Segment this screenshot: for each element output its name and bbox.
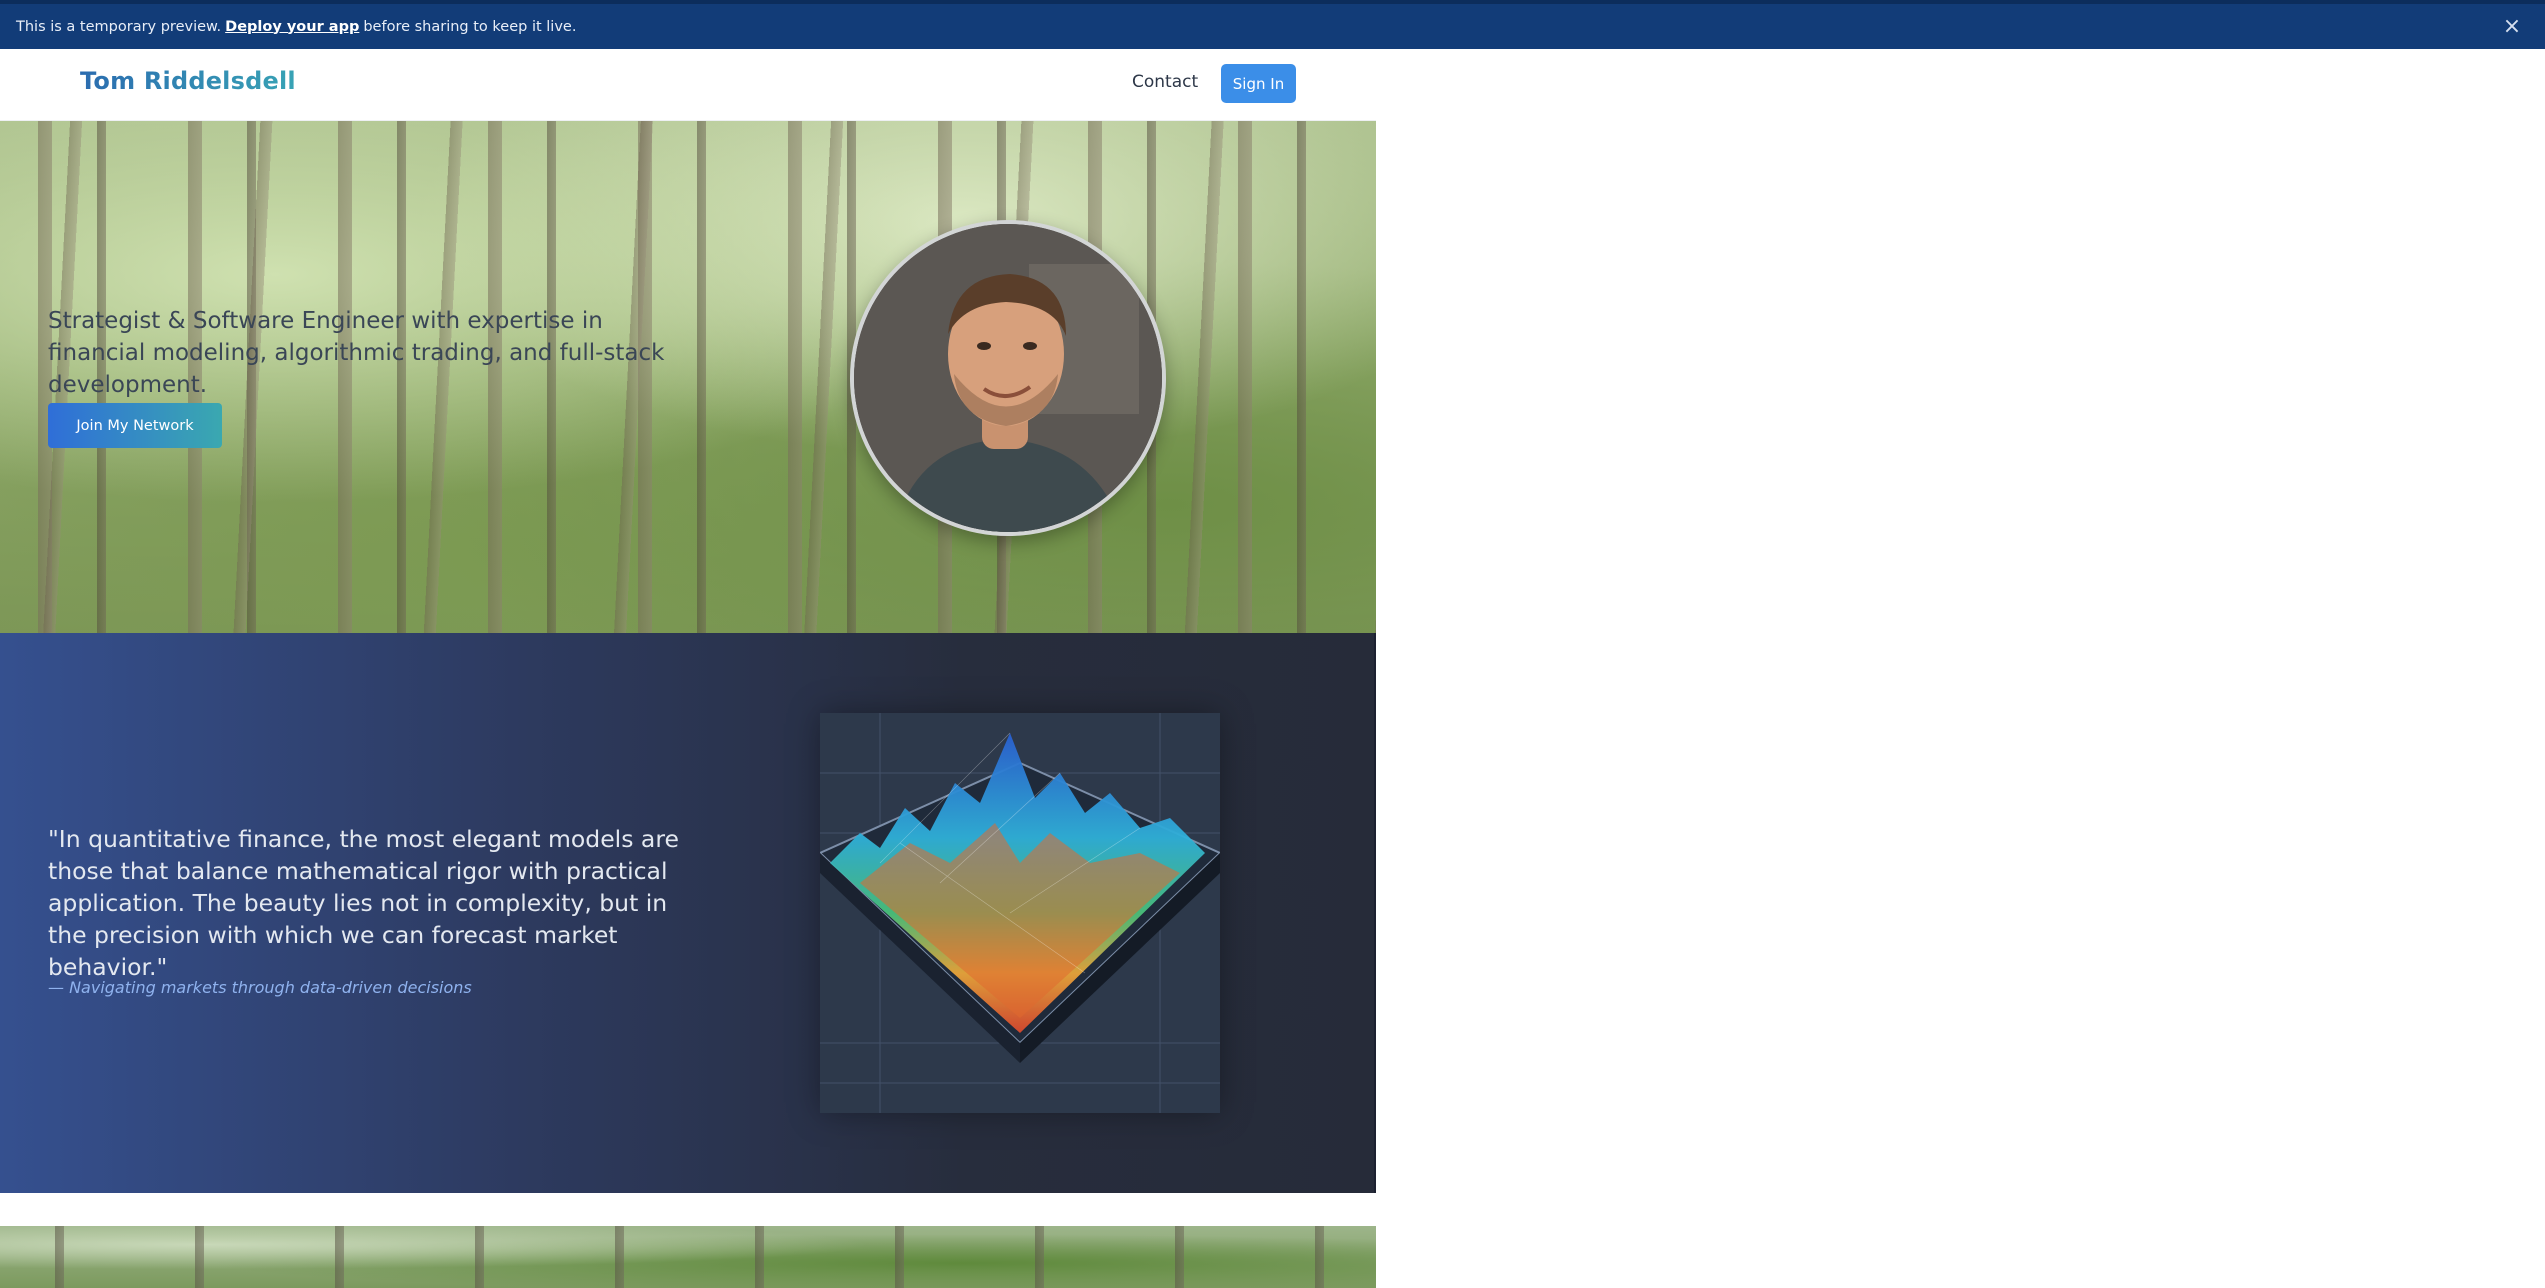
hero-tagline: Strategist & Software Engineer with expe… [48,308,665,398]
site-navbar: Tom Riddelsdell Contact Sign In [0,49,1376,121]
forest-section-background [0,1226,1376,1288]
hero-section: Strategist & Software Engineer with expe… [0,121,1376,633]
banner-suffix-text: before sharing to keep it live. [363,18,577,35]
profile-photo [850,220,1166,536]
quote-text: "In quantitative finance, the most elega… [48,825,679,981]
quote-section: "In quantitative finance, the most elega… [0,633,1376,1193]
preview-banner: This is a temporary preview. Deploy your… [0,0,2545,49]
3d-surface-plot-illustration [818,713,1222,1113]
banner-prefix-text: This is a temporary preview. [16,18,222,35]
portrait-illustration [854,224,1162,532]
nav-contact-link[interactable]: Contact [1132,72,1198,92]
brand-logo-text[interactable]: Tom Riddelsdell [80,67,296,95]
join-network-button[interactable]: Join My Network [48,403,222,448]
surface-plot-graphic [818,713,1222,1113]
deploy-app-link[interactable]: Deploy your app [225,19,359,35]
sign-in-button[interactable]: Sign In [1221,64,1296,103]
quote-attribution: — Navigating markets through data-driven… [48,978,472,997]
close-icon[interactable]: × [2499,14,2525,40]
